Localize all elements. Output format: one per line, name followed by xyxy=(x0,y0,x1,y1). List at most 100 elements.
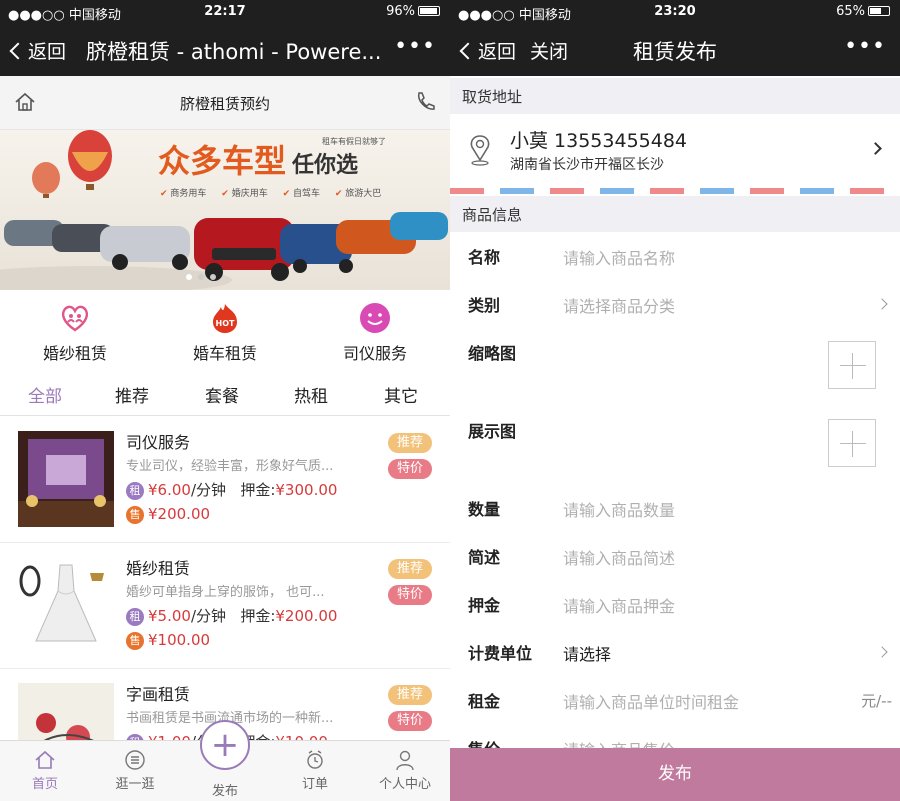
category-emcee[interactable]: 司仪服务 xyxy=(300,302,450,364)
headline-main: 众多车型 xyxy=(158,142,287,180)
more-icon[interactable]: ••• xyxy=(844,34,886,59)
brief-input[interactable]: 请输入商品简述 xyxy=(563,545,675,569)
battery-fill xyxy=(870,8,881,14)
phone-icon[interactable] xyxy=(414,90,436,112)
field-label: 计费单位 xyxy=(468,644,533,663)
publish-button[interactable]: + xyxy=(200,720,250,770)
plus-icon: + xyxy=(210,725,240,765)
deposit-input[interactable]: 请输入商品押金 xyxy=(563,593,675,617)
list-item[interactable]: 婚纱租赁 婚纱可单指身上穿的服饰， 也可... 租 ¥5.00/分钟 押金:¥20… xyxy=(0,543,450,669)
chevron-right-icon xyxy=(869,142,882,155)
product-desc: 婚纱可单指身上穿的服饰， 也可... xyxy=(126,585,325,600)
tab-label: 订单 xyxy=(301,777,328,792)
add-display-image-button[interactable] xyxy=(828,419,876,467)
tab-label: 个人中心 xyxy=(378,777,431,792)
battery-percent: 65% xyxy=(836,4,865,19)
category-wedding-dress[interactable]: 婚纱租赁 xyxy=(0,302,150,364)
carousel-dot[interactable] xyxy=(198,274,204,280)
banner-features: 商务用车 婚庆用车 自驾车 旅游大巴 xyxy=(160,186,393,199)
special-badge: 特价 xyxy=(388,711,432,731)
nav-bar: 返回 脐橙租赁 - athomi - Powere... ••• xyxy=(0,24,450,76)
add-thumbnail-button[interactable] xyxy=(828,341,876,389)
back-button[interactable]: 返回 xyxy=(9,37,67,64)
right-screen: ●●●○○ 中国移动 23:20 65% 返回 关闭 租赁发布 ••• 取货地址… xyxy=(450,0,900,801)
clock: 23:20 xyxy=(654,4,696,19)
deposit-label: 押金: xyxy=(240,607,276,625)
carousel-dot[interactable] xyxy=(186,274,192,280)
rent-line: 租 ¥5.00/分钟 押金:¥200.00 xyxy=(126,605,337,626)
filter-tabs: 全部 推荐 套餐 热租 其它 xyxy=(0,372,450,416)
contact-name-phone: 小莫 13553455484 xyxy=(510,130,688,152)
publish-submit-button[interactable]: 发布 xyxy=(450,748,900,801)
tab-hot[interactable]: 热租 xyxy=(266,382,356,407)
field-quantity[interactable]: 数量 请输入商品数量 xyxy=(450,484,900,532)
field-label: 展示图 xyxy=(468,422,517,441)
clock: 22:17 xyxy=(204,4,246,19)
tab-home[interactable]: 首页 xyxy=(0,749,90,792)
battery-icon xyxy=(868,6,890,16)
special-badge: 特价 xyxy=(388,459,432,479)
chevron-right-icon xyxy=(876,646,888,658)
tab-label: 首页 xyxy=(31,777,58,792)
more-icon[interactable]: ••• xyxy=(394,34,436,59)
rent-unit: /分钟 xyxy=(190,481,227,499)
field-name[interactable]: 名称 请输入商品名称 xyxy=(450,232,900,280)
category-label: 婚车租赁 xyxy=(192,344,257,363)
rent-price: ¥6.00 xyxy=(148,481,191,499)
field-billing-unit[interactable]: 计费单位 请选择 xyxy=(450,628,900,676)
svg-text:HOT: HOT xyxy=(216,319,235,328)
category-select[interactable]: 请选择商品分类 xyxy=(563,293,675,317)
field-deposit[interactable]: 押金 请输入商品押金 xyxy=(450,580,900,628)
field-label: 缩略图 xyxy=(468,344,517,363)
carousel-dot[interactable] xyxy=(210,274,216,280)
category-wedding-car[interactable]: HOT 婚车租赁 xyxy=(150,302,300,364)
quantity-input[interactable]: 请输入商品数量 xyxy=(563,497,675,521)
page-header: 脐橙租赁预约 xyxy=(0,76,450,130)
left-screen: ●●●○○ 中国移动 22:17 96% 返回 脐橙租赁 - athomi - … xyxy=(0,0,450,801)
deposit-value: ¥300.00 xyxy=(275,481,338,499)
tab-recommended[interactable]: 推荐 xyxy=(87,382,177,407)
name-input[interactable]: 请输入商品名称 xyxy=(563,245,675,269)
tab-label: 逛一逛 xyxy=(115,777,155,792)
status-right: 65% xyxy=(836,4,890,19)
field-label: 押金 xyxy=(468,596,501,615)
status-right: 96% xyxy=(386,4,440,19)
deposit-label: 押金: xyxy=(240,481,276,499)
rent-tag: 租 xyxy=(126,608,144,626)
rent-tag: 租 xyxy=(126,482,144,500)
field-label: 数量 xyxy=(468,500,501,519)
tab-other[interactable]: 其它 xyxy=(356,382,446,407)
tab-profile[interactable]: 个人中心 xyxy=(360,749,450,792)
field-rent[interactable]: 租金 请输入商品单位时间租金 元/-- xyxy=(450,676,900,724)
tab-packages[interactable]: 套餐 xyxy=(177,382,267,407)
chevron-left-icon xyxy=(9,42,27,60)
field-brief[interactable]: 简述 请输入商品简述 xyxy=(450,532,900,580)
back-label: 返回 xyxy=(28,41,67,63)
sell-tag: 售 xyxy=(126,632,144,650)
promo-banner[interactable]: 众多车型任你选 租车有假日就够了 商务用车 婚庆用车 自驾车 旅游大巴 xyxy=(0,130,450,290)
recommend-badge: 推荐 xyxy=(388,559,432,579)
battery-fill xyxy=(420,8,437,14)
tab-browse[interactable]: 逛一逛 xyxy=(90,749,180,792)
pickup-section-header: 取货地址 xyxy=(450,78,900,114)
chevron-right-icon xyxy=(876,298,888,310)
category-label: 司仪服务 xyxy=(342,344,407,363)
feature-3: 自驾车 xyxy=(283,189,320,199)
nav-bar: 返回 关闭 租赁发布 ••• xyxy=(450,24,900,76)
contact-address: 湖南省长沙市开福区长沙 xyxy=(510,157,664,173)
category-label: 婚纱租赁 xyxy=(42,344,107,363)
product-desc: 书画租赁是书画流通市场的一种新... xyxy=(126,711,334,726)
carousel-dots[interactable] xyxy=(186,265,246,284)
recommend-badge: 推荐 xyxy=(388,685,432,705)
browse-icon xyxy=(125,750,145,770)
list-item[interactable]: 司仪服务 专业司仪，经验丰富，形象好气质... 租 ¥6.00/分钟 押金:¥30… xyxy=(0,417,450,543)
deposit-value: ¥200.00 xyxy=(275,607,338,625)
tab-orders[interactable]: 订单 xyxy=(270,749,360,792)
field-category[interactable]: 类别 请选择商品分类 xyxy=(450,280,900,328)
address-card[interactable]: 小莫 13553455484 湖南省长沙市开福区长沙 xyxy=(450,114,900,188)
sell-price: ¥200.00 xyxy=(148,505,211,523)
billing-unit-select[interactable]: 请选择 xyxy=(563,641,611,665)
rent-input[interactable]: 请输入商品单位时间租金 xyxy=(563,689,739,713)
tab-all[interactable]: 全部 xyxy=(0,382,90,407)
nav-title: 租赁发布 xyxy=(633,40,717,64)
